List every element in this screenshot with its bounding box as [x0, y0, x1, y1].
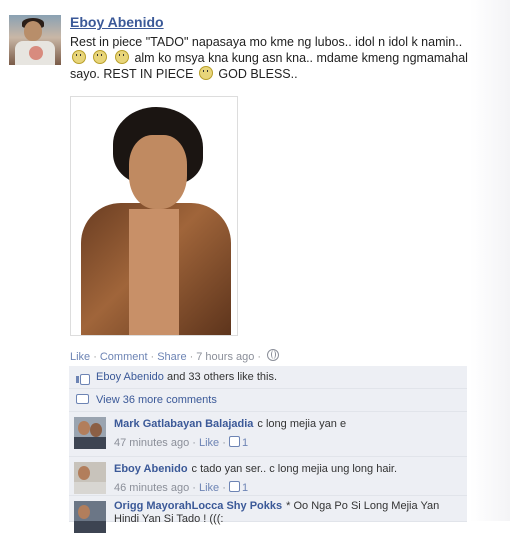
message-line-2: alm ko msya kna kung asn kna.. mdame kme… — [70, 50, 490, 66]
likes-text: Eboy Abenido and 33 others like this. — [96, 371, 278, 383]
globe-icon[interactable] — [267, 349, 280, 361]
commenter-avatar[interactable] — [74, 462, 106, 494]
comment-timestamp[interactable]: 46 minutes ago — [114, 482, 189, 494]
comment-like-count[interactable]: 1 — [242, 482, 248, 494]
post-author-link[interactable]: Eboy Abenido — [70, 14, 164, 30]
comment-timestamp[interactable]: 47 minutes ago — [114, 437, 189, 449]
likes-summary: Eboy Abenido and 33 others like this. — [69, 366, 467, 389]
share-link[interactable]: Share — [157, 351, 186, 363]
thumbs-up-icon — [76, 371, 90, 385]
thumbs-up-icon[interactable] — [228, 481, 240, 492]
smiley-icon — [198, 66, 213, 80]
comment-text: c long mejia yan e — [257, 418, 347, 430]
liker-name-link[interactable]: Eboy Abenido — [96, 371, 164, 383]
post-message: Rest in piece "TADO" napasaya mo kme ng … — [70, 34, 490, 82]
message-line-1: Rest in piece "TADO" napasaya mo kme ng … — [70, 35, 463, 49]
smiley-icon — [72, 50, 86, 64]
post-actions: Like · Comment · Share · 7 hours ago · — [70, 349, 280, 363]
commenter-avatar[interactable] — [74, 417, 106, 449]
comment-text: * Oo Nga Po Si Long Mejia Yan — [286, 500, 440, 512]
post-photo[interactable] — [70, 96, 238, 336]
smiley-icon — [114, 50, 129, 64]
facebook-post: Eboy Abenido Rest in piece "TADO" napasa… — [0, 0, 510, 533]
comment-meta: 46 minutes ago · Like · 1 — [114, 481, 249, 494]
comment-item: Origg MayorahLocca Shy Pokks * Oo Nga Po … — [69, 496, 467, 533]
comment-item: Eboy Abenido c tado yan ser.. c long meji… — [69, 457, 467, 496]
author-avatar[interactable] — [9, 15, 61, 65]
comment-like-link[interactable]: Like — [199, 437, 219, 449]
comment-item: Mark Gatlabayan Balajadia c long mejia ya… — [69, 412, 467, 457]
comment-text: c tado yan ser.. c long mejia ung long h… — [191, 463, 398, 475]
view-more-comments-link[interactable]: View 36 more comments — [96, 394, 217, 406]
commenter-name-link[interactable]: Origg MayorahLocca Shy Pokks — [114, 500, 282, 512]
message-line-3: sayo. REST IN PIECE GOD BLESS.. — [70, 66, 298, 81]
commenter-name-link[interactable]: Mark Gatlabayan Balajadia — [114, 418, 253, 430]
post-timestamp[interactable]: 7 hours ago — [196, 351, 254, 363]
comment-icon — [76, 394, 89, 404]
commenter-avatar[interactable] — [74, 501, 106, 533]
comment-like-link[interactable]: Like — [199, 482, 219, 494]
like-link[interactable]: Like — [70, 351, 90, 363]
commenter-name-link[interactable]: Eboy Abenido — [114, 463, 188, 475]
comment-meta: 47 minutes ago · Like · 1 — [114, 436, 249, 449]
thumbs-up-icon[interactable] — [228, 436, 240, 447]
smiley-icon — [93, 50, 108, 64]
comment-link[interactable]: Comment — [100, 351, 148, 363]
comment-like-count[interactable]: 1 — [242, 437, 248, 449]
comment-text-continued: Hindi Yan Si Tado ! (((: — [114, 513, 224, 525]
view-more-comments[interactable]: View 36 more comments — [69, 389, 467, 412]
